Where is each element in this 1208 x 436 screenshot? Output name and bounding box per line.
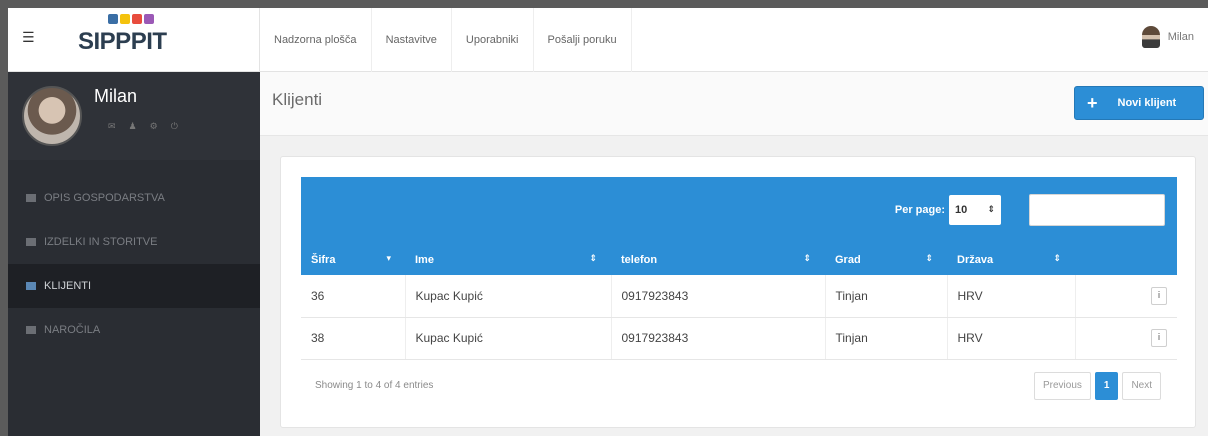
- list-icon: [26, 326, 36, 334]
- cell-telefon: 0917923843: [611, 275, 826, 318]
- sidebar-item-label: IZDELKI IN STORITVE: [44, 236, 158, 248]
- per-page-value: 10: [955, 204, 968, 216]
- column-label: Država: [957, 254, 994, 266]
- mail-icon[interactable]: ✉: [108, 122, 116, 132]
- user-icon[interactable]: ♟: [129, 122, 137, 132]
- logo-text: SIPPPIT: [78, 28, 167, 55]
- previous-page-button[interactable]: Previous: [1033, 371, 1091, 400]
- plus-icon: +: [1087, 92, 1098, 113]
- column-label: Grad: [835, 254, 861, 266]
- table-toolbar: Per page: 10 ⇕: [301, 177, 1177, 245]
- next-page-button[interactable]: Next: [1122, 371, 1161, 400]
- app-window: ☰ SIPPPIT Nadzorna plošča Nastavitve Upo…: [8, 8, 1208, 436]
- sidebar-item-label: KLIJENTI: [44, 280, 92, 292]
- clients-table-wrapper: Per page: 10 ⇕ Šifra ▾ Ime ⇕ telefon ⇕ G…: [301, 177, 1177, 412]
- table-row[interactable]: 38 Kupac Kupić 0917923843 Tinjan HRV i: [301, 317, 1177, 360]
- user-menu-name: Milan: [1167, 31, 1194, 43]
- column-header-drzava[interactable]: Država ⇕: [947, 245, 1075, 275]
- cell-ime: Kupac Kupić: [405, 275, 612, 318]
- sidebar-item-business-description[interactable]: OPIS GOSPODARSTVA: [8, 176, 260, 220]
- sidebar-item-label: NAROČILA: [44, 324, 101, 336]
- list-icon: [26, 238, 36, 246]
- column-header-ime[interactable]: Ime ⇕: [405, 245, 611, 275]
- logo-squares: [108, 14, 198, 24]
- logo-square-blue: [108, 14, 118, 24]
- pagination: Previous 1 Next: [1033, 371, 1161, 400]
- cell-actions: i: [1075, 275, 1177, 318]
- sidebar-nav: OPIS GOSPODARSTVA IZDELKI IN STORITVE KL…: [8, 176, 260, 352]
- clients-panel: Per page: 10 ⇕ Šifra ▾ Ime ⇕ telefon ⇕ G…: [280, 156, 1196, 428]
- column-header-sifra[interactable]: Šifra ▾: [301, 245, 405, 275]
- cell-drzava: HRV: [947, 317, 1076, 360]
- per-page-select[interactable]: 10 ⇕: [949, 195, 1001, 225]
- user-menu[interactable]: Milan: [1141, 26, 1194, 48]
- updown-arrows-icon: ⇕: [987, 205, 995, 215]
- page-title: Klijenti: [272, 90, 323, 109]
- logo-square-red: [132, 14, 142, 24]
- sidebar-item-orders[interactable]: NAROČILA: [8, 308, 260, 352]
- list-icon: [26, 282, 36, 290]
- avatar: [22, 86, 82, 146]
- logo-square-yellow: [120, 14, 130, 24]
- top-navbar: Nadzorna plošča Nastavitve Uporabniki Po…: [260, 8, 1208, 72]
- sidebar: Milan ✉ ♟ ⚙ ⏻ OPIS GOSPODARSTVA IZDELKI …: [8, 72, 260, 436]
- profile-name: Milan: [94, 86, 138, 106]
- column-header-actions: [1075, 245, 1177, 275]
- sidebar-item-products-services[interactable]: IZDELKI IN STORITVE: [8, 220, 260, 264]
- new-client-button-label: Novi klijent: [1117, 97, 1177, 109]
- cell-sifra: 36: [301, 275, 406, 318]
- logo[interactable]: SIPPPIT: [78, 14, 198, 66]
- column-header-telefon[interactable]: telefon ⇕: [611, 245, 825, 275]
- per-page-control: Per page: 10 ⇕: [895, 195, 1001, 225]
- column-label: Ime: [415, 254, 434, 266]
- table-header-row: Šifra ▾ Ime ⇕ telefon ⇕ Grad ⇕ Država ⇕: [301, 245, 1177, 275]
- sort-icon: ⇕: [589, 254, 597, 264]
- nav-link-settings[interactable]: Nastavitve: [372, 8, 452, 72]
- info-icon[interactable]: i: [1151, 286, 1167, 305]
- page-header: Klijenti + Novi klijent: [260, 72, 1208, 136]
- per-page-label: Per page:: [894, 204, 945, 216]
- sort-icon: ⇕: [925, 254, 933, 264]
- cell-ime: Kupac Kupić: [405, 317, 612, 360]
- cell-actions: i: [1075, 317, 1177, 360]
- column-label: telefon: [621, 254, 658, 266]
- cell-sifra: 38: [301, 317, 406, 360]
- gear-icon[interactable]: ⚙: [150, 122, 158, 132]
- column-header-grad[interactable]: Grad ⇕: [825, 245, 947, 275]
- column-label: Šifra: [311, 254, 336, 266]
- sidebar-item-label: OPIS GOSPODARSTVA: [44, 192, 165, 204]
- user-avatar-icon: [1141, 26, 1160, 48]
- menu-toggle-icon[interactable]: ☰: [22, 30, 35, 46]
- new-client-button[interactable]: + Novi klijent: [1074, 86, 1204, 120]
- cell-drzava: HRV: [947, 275, 1076, 318]
- cell-telefon: 0917923843: [611, 317, 826, 360]
- power-icon[interactable]: ⏻: [171, 122, 178, 132]
- profile-actions: ✉ ♟ ⚙ ⏻: [108, 122, 178, 132]
- page-1-button[interactable]: 1: [1094, 371, 1119, 400]
- info-icon[interactable]: i: [1151, 329, 1167, 347]
- nav-link-dashboard[interactable]: Nadzorna plošča: [260, 8, 372, 72]
- nav-link-send-message[interactable]: Pošalji poruku: [534, 8, 632, 72]
- list-icon: [26, 194, 36, 202]
- search-input[interactable]: [1029, 194, 1165, 226]
- nav-link-users[interactable]: Uporabniki: [452, 8, 534, 72]
- logo-square-purple: [144, 14, 154, 24]
- cell-grad: Tinjan: [825, 275, 948, 318]
- brand-area: ☰ SIPPPIT: [8, 8, 260, 72]
- clients-table: Šifra ▾ Ime ⇕ telefon ⇕ Grad ⇕ Država ⇕ …: [301, 245, 1177, 360]
- cell-grad: Tinjan: [825, 317, 948, 360]
- sidebar-profile: Milan ✉ ♟ ⚙ ⏻: [8, 72, 260, 160]
- entries-info: Showing 1 to 4 of 4 entries: [315, 379, 434, 391]
- sidebar-item-clients[interactable]: KLIJENTI: [8, 264, 260, 308]
- sort-icon: ⇕: [803, 254, 811, 264]
- sort-icon: ⇕: [1053, 254, 1061, 264]
- top-nav-links: Nadzorna plošča Nastavitve Uporabniki Po…: [260, 8, 632, 72]
- table-footer: Showing 1 to 4 of 4 entries Previous 1 N…: [301, 360, 1177, 412]
- table-row[interactable]: 36 Kupac Kupić 0917923843 Tinjan HRV i: [301, 275, 1177, 318]
- sort-desc-icon: ▾: [386, 254, 391, 264]
